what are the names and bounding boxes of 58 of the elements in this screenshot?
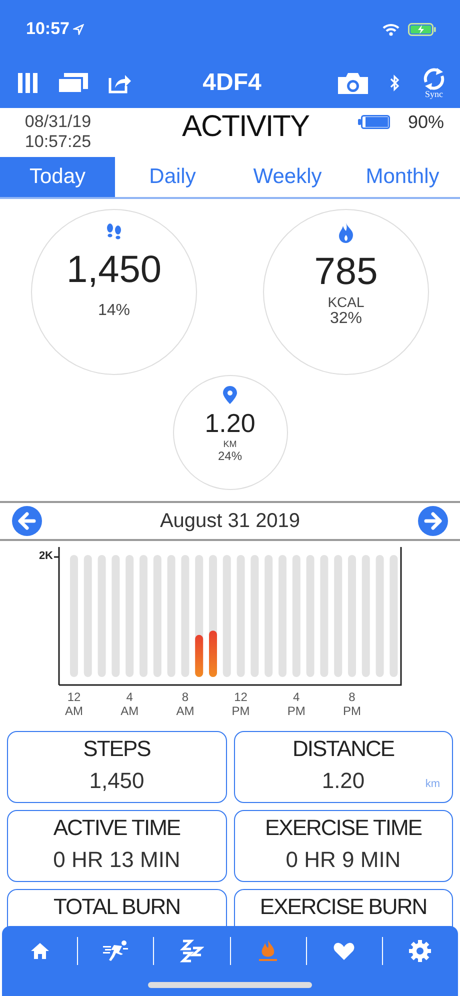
- axis-label: 4 PM: [287, 690, 306, 718]
- card-title: EXERCISE BURN: [260, 894, 427, 920]
- circle-percent: 24%: [218, 449, 242, 463]
- sleep-icon[interactable]: [180, 939, 204, 963]
- heart-icon[interactable]: [333, 942, 356, 960]
- axis-label: 4 AM: [120, 690, 139, 718]
- period-tab[interactable]: Daily: [115, 157, 230, 197]
- axis-label: 12 PM: [232, 690, 250, 718]
- card-value: 1.20: [322, 768, 365, 794]
- period-tab[interactable]: Monthly: [345, 157, 460, 197]
- windows-icon[interactable]: [58, 73, 88, 93]
- period-tab[interactable]: Weekly: [230, 157, 345, 197]
- location-arrow-icon: [73, 24, 84, 34]
- battery-percent: 90%: [408, 112, 444, 132]
- circle-unit: KM: [223, 439, 237, 449]
- circle-value: 785: [314, 251, 378, 294]
- wifi-icon: [382, 22, 400, 36]
- card-unit: km: [425, 778, 440, 790]
- current-time: 10:57:25: [24, 132, 92, 152]
- card-title: DISTANCE: [292, 736, 394, 762]
- camera-icon[interactable]: [338, 72, 368, 94]
- card-title: EXERCISE TIME: [264, 815, 422, 841]
- axis-label: 12 AM: [65, 690, 83, 718]
- axis-label: 8 PM: [343, 690, 361, 718]
- bar: [195, 634, 204, 677]
- circle-value: 1,450: [66, 249, 162, 292]
- circle-percent: 14%: [98, 302, 130, 320]
- columns-icon[interactable]: [18, 73, 38, 93]
- chart-date: August 31 2019: [160, 510, 300, 532]
- bar: [209, 630, 217, 677]
- footprints-icon: [104, 223, 124, 241]
- location-pin-icon: [223, 386, 237, 404]
- running-figure-icon[interactable]: [102, 940, 130, 962]
- share-icon[interactable]: [108, 72, 132, 94]
- home-icon[interactable]: [30, 942, 50, 960]
- status-time: 10:57: [26, 19, 70, 39]
- circle-percent: 32%: [330, 310, 362, 328]
- axis-label: 8 AM: [176, 690, 194, 718]
- flame-icon: [338, 223, 354, 243]
- device-battery-icon: [358, 115, 390, 129]
- sync-icon[interactable]: [422, 68, 446, 90]
- page-title: ACTIVITY: [181, 109, 310, 145]
- circle-value: 1.20: [204, 408, 256, 439]
- axis-label: 2K: [38, 550, 53, 562]
- card-value: 0 HR 13 MIN: [53, 847, 180, 873]
- card-title: STEPS: [83, 736, 150, 762]
- card-title: TOTAL BURN: [53, 894, 180, 920]
- circle-unit: KCAL: [328, 294, 364, 310]
- device-title: 4DF4: [202, 69, 262, 97]
- card-value: 0 HR 9 MIN: [286, 847, 401, 873]
- period-tab[interactable]: Today: [0, 157, 115, 197]
- card-value: 1,450: [89, 768, 144, 794]
- current-date: 08/31/19: [24, 112, 92, 132]
- card-title: ACTIVE TIME: [53, 815, 180, 841]
- sync-label[interactable]: Sync: [425, 90, 443, 98]
- battery-charging-icon: [408, 22, 436, 36]
- settings-icon[interactable]: [409, 940, 432, 962]
- bluetooth-icon[interactable]: [390, 74, 400, 92]
